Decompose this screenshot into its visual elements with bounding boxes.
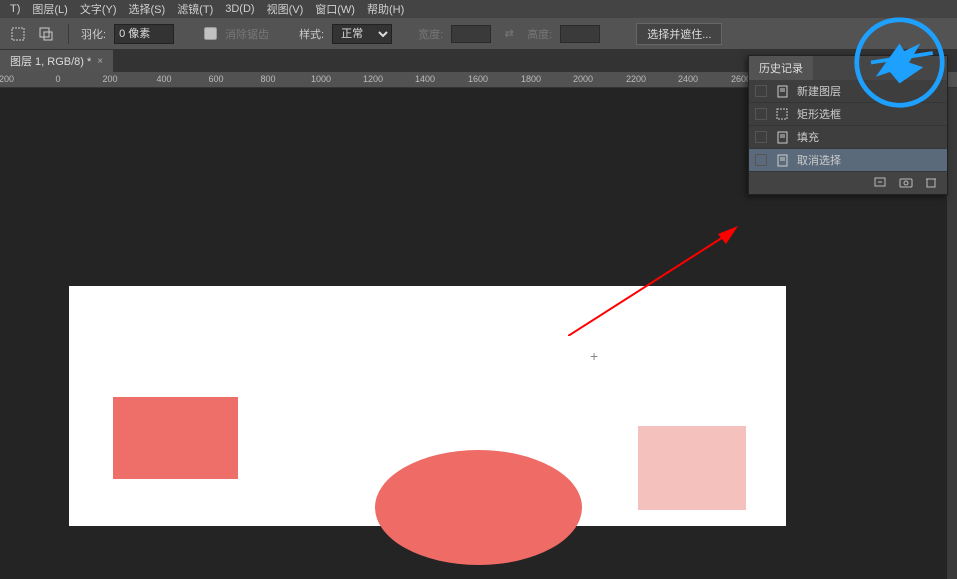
ruler-tick: 1400 <box>415 74 435 84</box>
ruler-tick: 200 <box>102 74 117 84</box>
history-visibility-box[interactable] <box>755 108 767 120</box>
history-visibility-box[interactable] <box>755 154 767 166</box>
crosshair-cursor: + <box>590 348 604 362</box>
menu-bar: T) 图层(L) 文字(Y) 选择(S) 滤镜(T) 3D(D) 视图(V) 窗… <box>0 0 957 18</box>
document-tab-title: 图层 1, RGB/8) * <box>10 53 91 69</box>
ruler-tick: 1000 <box>311 74 331 84</box>
menu-window[interactable]: 窗口(W) <box>309 0 361 19</box>
menu-type[interactable]: 文字(Y) <box>74 0 123 19</box>
history-item-label: 填充 <box>797 129 819 145</box>
document-icon <box>775 153 789 167</box>
history-visibility-box[interactable] <box>755 131 767 143</box>
menu-t[interactable]: T) <box>4 1 26 17</box>
style-select[interactable]: 正常 <box>332 24 392 44</box>
antialias-label: 消除锯齿 <box>225 26 269 42</box>
history-panel-footer <box>749 172 947 194</box>
history-panel-tab[interactable]: 历史记录 <box>749 56 813 80</box>
width-input <box>451 25 491 43</box>
menu-filter[interactable]: 滤镜(T) <box>171 0 219 19</box>
trash-icon[interactable] <box>925 176 939 190</box>
red-ellipse-center <box>375 450 582 565</box>
ruler-tick: 800 <box>260 74 275 84</box>
swap-icon: ⇄ <box>499 24 519 44</box>
menu-help[interactable]: 帮助(H) <box>361 0 410 19</box>
menu-select[interactable]: 选择(S) <box>123 0 172 19</box>
menu-view[interactable]: 视图(V) <box>261 0 310 19</box>
ruler-tick: 1800 <box>521 74 541 84</box>
feather-input[interactable]: 0 像素 <box>114 24 174 44</box>
pink-rectangle-right <box>638 426 746 510</box>
menu-3d[interactable]: 3D(D) <box>219 1 260 17</box>
close-icon[interactable]: × <box>97 56 103 67</box>
width-label: 宽度: <box>418 26 443 42</box>
ruler-tick: 2400 <box>678 74 698 84</box>
history-visibility-box[interactable] <box>755 85 767 97</box>
ruler-tick: 400 <box>156 74 171 84</box>
height-input <box>560 25 600 43</box>
ruler-tick: 0 <box>55 74 60 84</box>
document-icon <box>775 84 789 98</box>
vertical-scrollbar[interactable] <box>947 88 957 579</box>
history-item[interactable]: 取消选择 <box>749 149 947 172</box>
document-tab[interactable]: 图层 1, RGB/8) * × <box>0 50 113 72</box>
history-item-label: 新建图层 <box>797 83 841 99</box>
watermark-logo <box>852 15 947 110</box>
options-toolbar: 羽化: 0 像素 消除锯齿 样式: 正常 宽度: ⇄ 高度: 选择并遮住... <box>0 18 957 50</box>
marquee-icon <box>775 107 789 121</box>
style-label: 样式: <box>299 26 324 42</box>
red-rectangle-left <box>113 397 238 479</box>
ruler-tick: 1200 <box>363 74 383 84</box>
new-selection-icon[interactable] <box>8 24 28 44</box>
annotation-arrow <box>568 226 738 336</box>
ruler-tick: -200 <box>0 74 14 84</box>
history-item-label: 取消选择 <box>797 152 841 168</box>
ruler-tick: 2200 <box>626 74 646 84</box>
ruler-tick: 2000 <box>573 74 593 84</box>
history-item[interactable]: 填充 <box>749 126 947 149</box>
menu-layer[interactable]: 图层(L) <box>26 0 73 19</box>
document-icon <box>775 130 789 144</box>
feather-label: 羽化: <box>81 26 106 42</box>
history-item-label: 矩形选框 <box>797 106 841 122</box>
select-and-mask-button[interactable]: 选择并遮住... <box>636 23 722 45</box>
ruler-tick: 600 <box>208 74 223 84</box>
ruler-tick: 1600 <box>468 74 488 84</box>
separator <box>68 24 69 44</box>
create-document-icon[interactable] <box>873 176 887 190</box>
snapshot-icon[interactable] <box>899 176 913 190</box>
height-label: 高度: <box>527 26 552 42</box>
add-selection-icon[interactable] <box>36 24 56 44</box>
antialias-checkbox <box>204 27 217 40</box>
